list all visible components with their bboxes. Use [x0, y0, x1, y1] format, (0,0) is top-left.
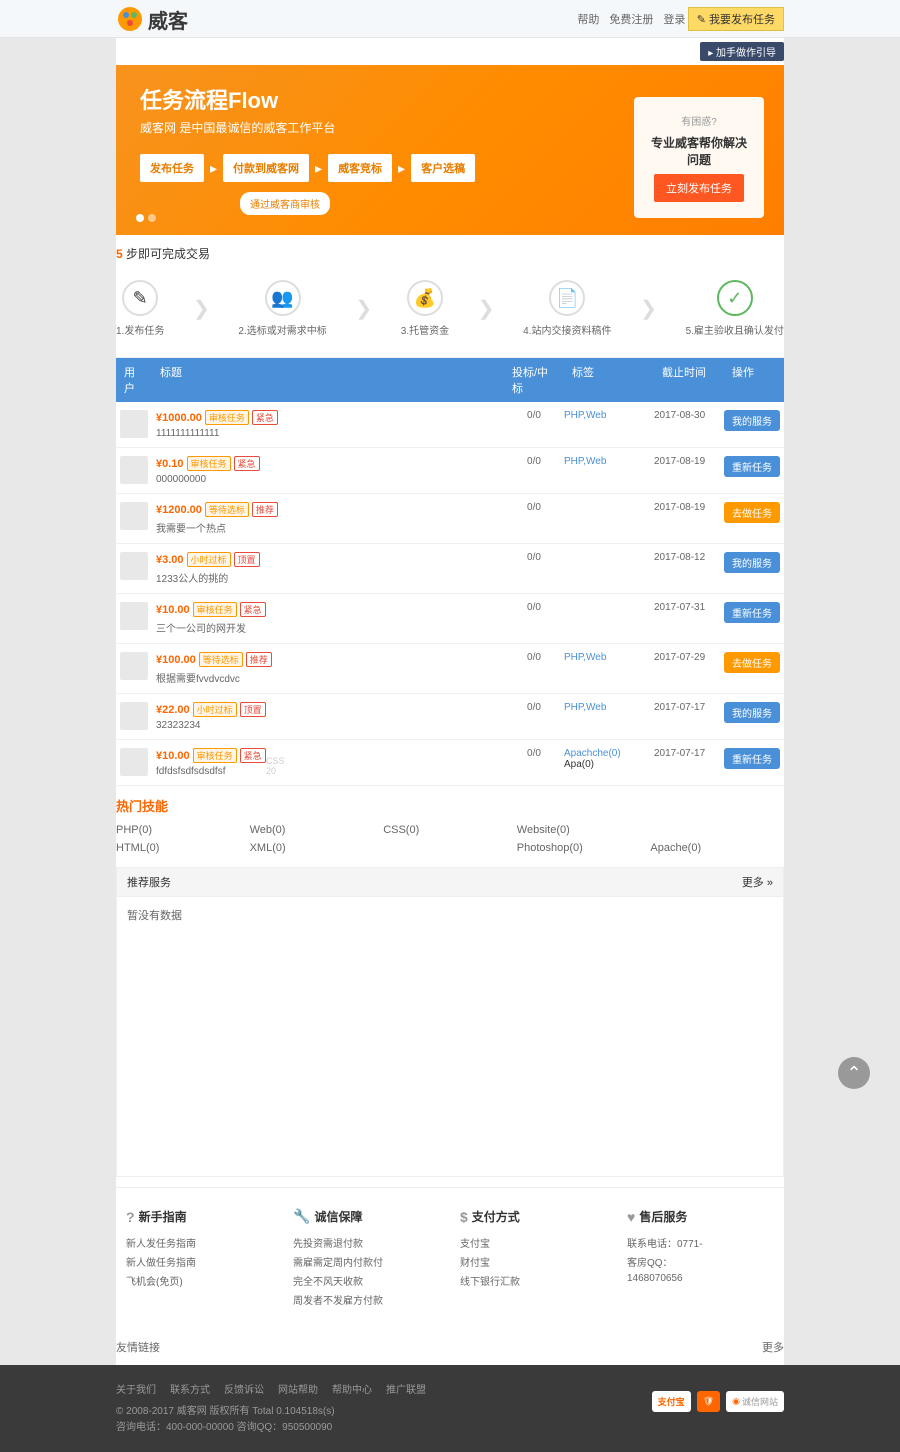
info-link[interactable]: 新人做任务指南 [126, 1252, 273, 1271]
skill-link[interactable]: Web(0) [250, 821, 384, 839]
rec-more-link[interactable]: 更多 » [742, 874, 773, 890]
info-link[interactable]: 周发者不发雇方付款 [293, 1290, 440, 1309]
skill-link [650, 821, 784, 839]
alipay-badge[interactable]: 支付宝 [652, 1391, 691, 1412]
info-link[interactable]: 飞机会(免页) [126, 1271, 273, 1290]
tag-link[interactable]: Apachche(0) [564, 748, 621, 759]
friend-links-more[interactable]: 更多 [762, 1339, 784, 1355]
info-link[interactable]: 完全不风天收款 [293, 1271, 440, 1290]
footer-link[interactable]: 推广联盟 [386, 1381, 426, 1396]
info-link[interactable]: 支付宝 [460, 1233, 607, 1252]
flow-step: 客户选稿 [411, 154, 475, 182]
flow-step: 威客竞标 [328, 154, 392, 182]
steps-title: 5 步即可完成交易 [116, 235, 784, 270]
table-row: ¥10.00审核任务紧急三个一公司的网开发 0/0 2017-07-31 重新任… [116, 594, 784, 644]
publish-now-button[interactable]: 立刻发布任务 [654, 174, 744, 202]
info-link[interactable]: 需雇需定周内付款付 [293, 1252, 440, 1271]
task-action-button[interactable]: 去做任务 [724, 502, 780, 523]
info-link[interactable]: 先投资需退付款 [293, 1233, 440, 1252]
flow-audit: 通过威客商审核 [240, 192, 330, 215]
task-action-button[interactable]: 我的服务 [724, 410, 780, 431]
skill-link [383, 839, 517, 857]
back-to-top-button[interactable]: ⌃ [838, 1057, 870, 1089]
footer-link[interactable]: 联系方式 [170, 1381, 210, 1396]
step-3: 💰3.托管资金 [401, 280, 449, 337]
table-row: ¥100.00等待选标推荐根据需要fvvdvcdvc 0/0 PHP,Web 2… [116, 644, 784, 694]
avatar[interactable] [120, 748, 148, 776]
skill-link[interactable]: Photoshop(0) [517, 839, 651, 857]
table-header: 用户 标题 投标/中标 标签 截止时间 操作 [116, 358, 784, 402]
info-link[interactable]: 财付宝 [460, 1252, 607, 1271]
help-link[interactable]: 帮助 [577, 11, 599, 27]
step-2: 👥2.选标或对需求中标 [238, 280, 326, 337]
task-action-button[interactable]: 我的服务 [724, 552, 780, 573]
rec-title: 推荐服务 [127, 874, 171, 890]
table-row: ¥3.00小时过标顶置1233公人的挑的 0/0 2017-08-12 我的服务 [116, 544, 784, 594]
cta-box: 有困惑? 专业威客帮你解决问题 立刻发布任务 [634, 97, 764, 218]
tag-link[interactable]: PHP,Web [564, 410, 606, 421]
carousel-dot[interactable] [148, 214, 156, 222]
publish-task-button[interactable]: ✎ 我要发布任务 [688, 7, 784, 31]
avatar[interactable] [120, 502, 148, 530]
avatar[interactable] [120, 456, 148, 484]
table-row: ¥1200.00等待选标推荐我需要一个热点 0/0 2017-08-19 去做任… [116, 494, 784, 544]
table-row: ¥22.00小时过标顶置32323234 0/0 PHP,Web 2017-07… [116, 694, 784, 740]
task-action-button[interactable]: 我的服务 [724, 702, 780, 723]
step-4: 📄4.站内交接资料稿件 [523, 280, 611, 337]
table-row: ¥0.10审核任务紧急000000000 0/0 PHP,Web 2017-08… [116, 448, 784, 494]
task-action-button[interactable]: 重新任务 [724, 748, 780, 769]
tag-link[interactable]: PHP,Web [564, 652, 606, 663]
task-action-button[interactable]: 去做任务 [724, 652, 780, 673]
task-action-button[interactable]: 重新任务 [724, 456, 780, 477]
shield-badge[interactable]: 🛡 [697, 1391, 720, 1412]
footer-link[interactable]: 帮助中心 [332, 1381, 372, 1396]
avatar[interactable] [120, 410, 148, 438]
info-link[interactable]: 新人发任务指南 [126, 1233, 273, 1252]
table-row: ¥10.00审核任务紧急fdfdsfsdfsdsdfsf 0/0 Apachch… [116, 740, 784, 786]
tag-link[interactable]: PHP,Web [564, 456, 606, 467]
carousel-dot[interactable] [136, 214, 144, 222]
skill-link[interactable]: Apache(0) [650, 839, 784, 857]
table-row: ¥1000.00审核任务紧急1111111111111 0/0 PHP,Web … [116, 402, 784, 448]
step-1: ✎1.发布任务 [116, 280, 164, 337]
avatar[interactable] [120, 552, 148, 580]
skill-link[interactable]: HTML(0) [116, 839, 250, 857]
step-5: ✓5.雇主验收且确认发付 [686, 280, 784, 337]
register-link[interactable]: 免费注册 [609, 11, 653, 27]
skill-link[interactable]: Website(0) [517, 821, 651, 839]
avatar[interactable] [120, 702, 148, 730]
tag-link[interactable]: PHP,Web [564, 702, 606, 713]
flow-step: 付款到威客网 [223, 154, 309, 182]
footer-link[interactable]: 网站帮助 [278, 1381, 318, 1396]
skill-link[interactable]: PHP(0) [116, 821, 250, 839]
rec-empty: 暂没有数据 [116, 897, 784, 1177]
guide-bar[interactable]: ▸ 加手做作引导 [700, 42, 784, 61]
skill-link[interactable]: CSS(0) [383, 821, 517, 839]
banner: 任务流程Flow 威客网 是中国最诚信的威客工作平台 发布任务▸ 付款到威客网▸… [116, 65, 784, 235]
skills-title: 热门技能 [116, 786, 784, 821]
info-link[interactable]: 线下银行汇款 [460, 1271, 607, 1290]
logo[interactable]: 威客 [116, 5, 188, 34]
flow-step: 发布任务 [140, 154, 204, 182]
skill-link[interactable]: XML(0) [250, 839, 384, 857]
avatar[interactable] [120, 652, 148, 680]
trust-badge[interactable]: ◉诚信网站 [726, 1391, 784, 1412]
friend-links-title: 友情链接 [116, 1339, 160, 1355]
logo-text: 威客 [148, 5, 188, 34]
avatar[interactable] [120, 602, 148, 630]
footer-link[interactable]: 关于我们 [116, 1381, 156, 1396]
task-action-button[interactable]: 重新任务 [724, 602, 780, 623]
footer-link[interactable]: 反馈诉讼 [224, 1381, 264, 1396]
